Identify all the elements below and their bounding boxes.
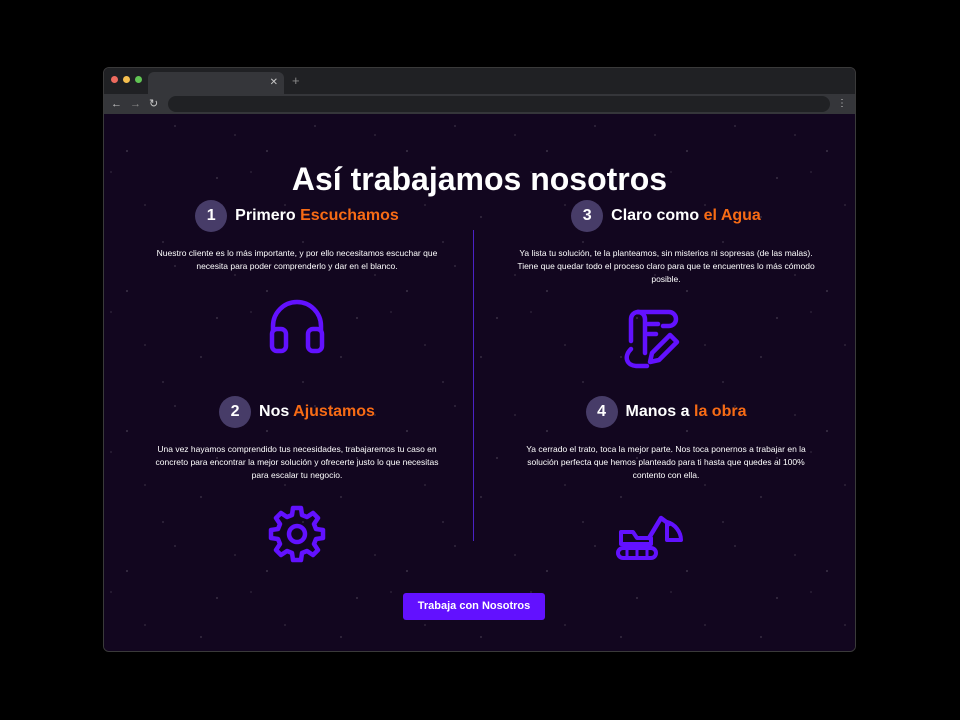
address-bar[interactable] bbox=[168, 96, 830, 112]
back-arrow-icon[interactable]: ← bbox=[111, 96, 122, 112]
step-header: 1 Primero Escuchamos bbox=[127, 200, 467, 232]
excavator-icon bbox=[616, 515, 683, 560]
step-title: Claro como el Agua bbox=[611, 207, 761, 225]
browser-titlebar: ✕ + bbox=[104, 68, 855, 94]
step-ajustamos: 2 Nos Ajustamos Una vez hayamos comprend… bbox=[127, 396, 467, 482]
step-number-badge: 3 bbox=[571, 200, 604, 232]
reload-icon[interactable]: ↻ bbox=[149, 96, 158, 112]
headphones-icon bbox=[269, 299, 325, 354]
new-tab-icon[interactable]: + bbox=[292, 73, 300, 89]
close-window-button[interactable] bbox=[111, 76, 118, 83]
page-content: Así trabajamos nosotros 1 Primero Escuch… bbox=[104, 114, 855, 651]
step-title-accent: Escuchamos bbox=[300, 207, 399, 224]
browser-tab[interactable]: ✕ bbox=[148, 72, 284, 94]
step-title-accent: el Agua bbox=[703, 207, 761, 224]
step-description: Ya cerrado el trato, toca la mejor parte… bbox=[526, 444, 806, 480]
step-number-badge: 4 bbox=[585, 396, 618, 428]
column-divider bbox=[473, 230, 474, 541]
gear-icon bbox=[268, 505, 326, 563]
step-description: Una vez hayamos comprendido tus necesida… bbox=[155, 444, 439, 480]
step-title-plain: Nos bbox=[259, 403, 290, 420]
step-title: Nos Ajustamos bbox=[259, 403, 375, 421]
step-header: 4 Manos a la obra bbox=[496, 396, 836, 428]
step-title-plain: Claro como bbox=[611, 207, 700, 224]
page-title: Así trabajamos nosotros bbox=[291, 161, 668, 198]
document-edit-icon bbox=[624, 309, 680, 369]
step-title-accent: la obra bbox=[694, 403, 747, 420]
step-title-plain: Primero bbox=[235, 207, 296, 224]
step-header: 3 Claro como el Agua bbox=[496, 200, 836, 232]
step-title: Primero Escuchamos bbox=[235, 207, 399, 225]
maximize-window-button[interactable] bbox=[135, 76, 142, 83]
trabaja-con-nosotros-button[interactable]: Trabaja con Nosotros bbox=[403, 593, 545, 620]
step-title-plain: Manos a bbox=[625, 403, 690, 420]
step-claro-como-el-agua: 3 Claro como el Agua Ya lista tu solució… bbox=[496, 200, 836, 286]
browser-toolbar: ← → ↻ ⋮ bbox=[104, 94, 855, 114]
step-manos-a-la-obra: 4 Manos a la obra Ya cerrado el trato, t… bbox=[496, 396, 836, 482]
browser-menu-icon[interactable]: ⋮ bbox=[837, 96, 847, 112]
step-number-badge: 2 bbox=[219, 396, 252, 428]
minimize-window-button[interactable] bbox=[123, 76, 130, 83]
tab-close-icon[interactable]: ✕ bbox=[270, 75, 278, 91]
step-description: Ya lista tu solución, te la planteamos, … bbox=[517, 248, 815, 284]
step-escuchamos: 1 Primero Escuchamos Nuestro cliente es … bbox=[127, 200, 467, 273]
step-number-badge: 1 bbox=[195, 200, 228, 232]
step-description: Nuestro cliente es lo más importante, y … bbox=[156, 248, 438, 271]
forward-arrow-icon[interactable]: → bbox=[130, 96, 141, 112]
step-header: 2 Nos Ajustamos bbox=[127, 396, 467, 428]
browser-window: ✕ + ← → ↻ ⋮ Así trabajamos nosotros 1 Pr… bbox=[103, 67, 856, 652]
step-title: Manos a la obra bbox=[626, 403, 747, 421]
step-title-accent: Ajustamos bbox=[293, 403, 375, 420]
